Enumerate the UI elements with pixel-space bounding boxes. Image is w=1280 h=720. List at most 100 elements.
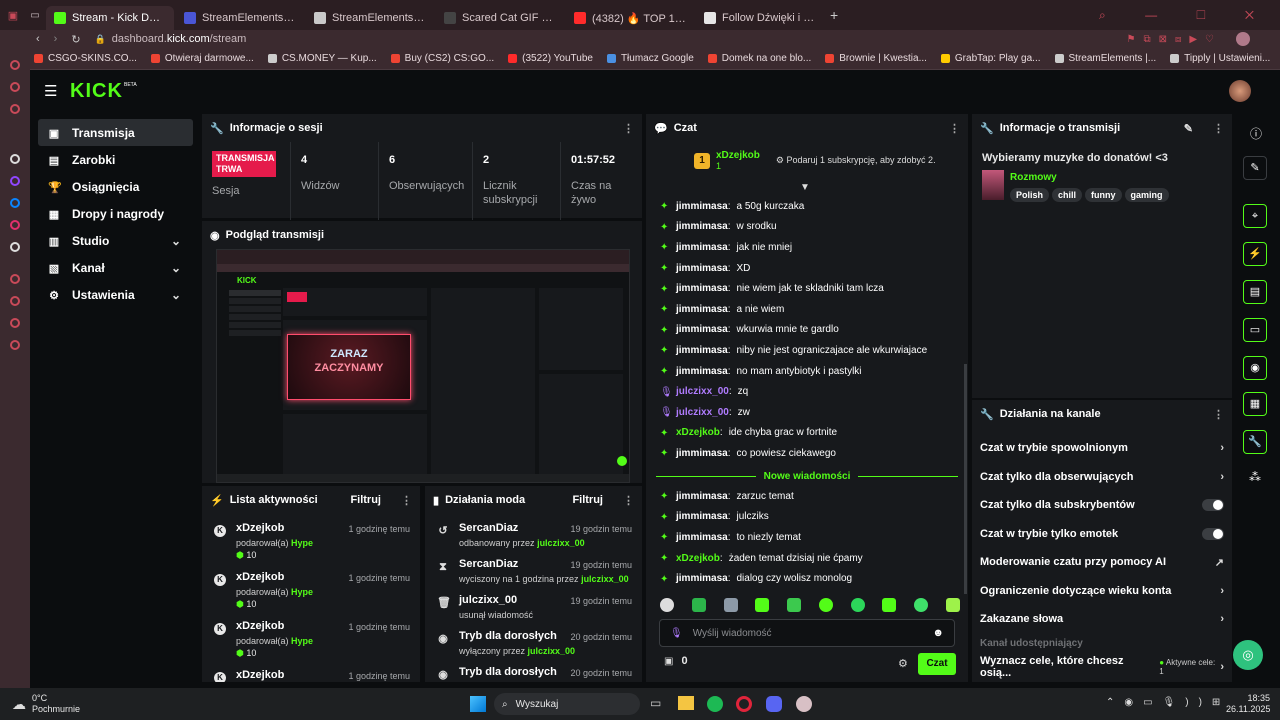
channel-setting-row[interactable]: Moderowanie czatu przy pomocy AI ↗ <box>972 548 1232 577</box>
tray-icons[interactable]: ⌃◉▭🎙))⊞ <box>1106 697 1230 708</box>
chat-message[interactable]: ✦ jimmimasa: wkurwia mnie te gardlo <box>646 320 968 341</box>
chat-scrollbar[interactable] <box>964 364 967 594</box>
browser-tab[interactable]: StreamElements - Overla <box>176 6 304 30</box>
emote-icon[interactable] <box>723 598 738 612</box>
chat-message[interactable]: ✦ jimmimasa: nie wiem jak te skladniki tam… <box>646 278 968 299</box>
spotify-icon[interactable] <box>707 696 723 712</box>
emote-icon[interactable] <box>787 598 802 612</box>
bookmark-item[interactable]: Tłumacz Google <box>606 53 694 64</box>
bookmark-item[interactable]: Buy (CS2) CS:GO... <box>390 53 494 64</box>
instagram-icon[interactable] <box>10 220 20 230</box>
chat-message[interactable]: ✦ jimmimasa: a 50g kurczaka <box>646 196 968 217</box>
stream-tag[interactable]: gaming <box>1124 188 1169 202</box>
mod-filter-button[interactable]: Filtruj <box>572 494 603 506</box>
chat-message[interactable]: 🎙 julczixx_00: zq <box>646 381 968 402</box>
extensions-icons[interactable]: ⚑⧉⊠⧈▶♡ <box>1127 34 1223 45</box>
chat-message[interactable]: ✦ jimmimasa: niby nie jest ograniczajace a… <box>646 340 968 361</box>
activity-item[interactable]: KxDzejkob 1 godzinę temu <box>202 661 420 682</box>
chat-message[interactable]: ✦ jimmimasa: co powiesz ciekawego <box>646 443 968 464</box>
channel-setting-row[interactable]: Czat tylko dla subskrybentów <box>972 491 1232 520</box>
top-gifter-name[interactable]: xDzejkob <box>716 150 760 161</box>
kick-logo[interactable]: KICK <box>70 80 123 103</box>
layout-tool-icon[interactable]: ▦ <box>1243 392 1267 416</box>
activity-item[interactable]: KxDzejkob 1 godzinę temu podarował(a) Hype… <box>202 612 420 661</box>
task-view-icon[interactable]: ▭ <box>650 696 661 710</box>
url-field[interactable]: dashboard.kick.com/stream <box>112 33 247 45</box>
chat-message[interactable]: 🎙 julczixx_00: zw <box>646 402 968 423</box>
mod-action-item[interactable]: ◉ Tryb dla dorosłych 20 godzin temu <box>425 658 642 682</box>
chat-message[interactable]: ✦ jimmimasa: jak nie mniej <box>646 237 968 258</box>
bookmark-item[interactable]: CS.MONEY — Kup... <box>267 53 377 64</box>
bookmark-item[interactable]: (3522) YouTube <box>508 53 593 64</box>
emote-icon[interactable] <box>882 598 897 612</box>
messenger-icon[interactable] <box>10 198 20 208</box>
edit-icon[interactable]: ✎ <box>1184 122 1193 135</box>
emote-icon[interactable] <box>914 598 929 612</box>
bolt-tool-icon[interactable]: ⚡ <box>1243 242 1267 266</box>
broadcast-tool-icon[interactable]: ◉ <box>1243 356 1267 380</box>
mod-action-item[interactable]: ↺ SercanDiaz 19 godzin temu odbanowany prze… <box>425 514 642 550</box>
menu-icon[interactable]: ☰ <box>44 82 57 100</box>
goals-row[interactable]: Wyznacz cele, które chcesz osią... ● Akt… <box>972 653 1232 682</box>
nav-item-kana-[interactable]: ▧ Kanał ⌄ <box>38 254 193 281</box>
mod-action-item[interactable]: ⧗ SercanDiaz 19 godzin temu wyciszony na 1 … <box>425 550 642 586</box>
new-messages-divider[interactable]: Nowe wiadomości <box>656 469 958 483</box>
weather-widget[interactable]: 0°C Pochmurnie <box>32 693 80 715</box>
stream-tag[interactable]: chill <box>1052 188 1083 202</box>
notes-tool-icon[interactable]: ▤ <box>1243 280 1267 304</box>
nav-item-dropy-i-nagrody[interactable]: ▦ Dropy i nagrody <box>38 200 193 227</box>
toggle-switch[interactable] <box>1202 527 1224 540</box>
opera-icon[interactable] <box>736 696 752 712</box>
mod-action-item[interactable]: 🗑 julczixx_00 19 godzin temu usunął wiadomo… <box>425 586 642 622</box>
nav-item-ustawienia[interactable]: ⚙ Ustawienia ⌄ <box>38 281 193 308</box>
chat-tool-icon[interactable]: ▭ <box>1243 318 1267 342</box>
activity-item[interactable]: KxDzejkob 1 godzinę temu podarował(a) Hype… <box>202 514 420 563</box>
clock[interactable]: 18:35 26.11.2025 <box>1226 693 1270 715</box>
channel-setting-row[interactable]: Czat tylko dla obserwujących › <box>972 463 1232 492</box>
send-chat-button[interactable]: Czat <box>918 653 956 675</box>
chat-message[interactable]: ✦ jimmimasa: to niezly temat <box>646 527 968 548</box>
emote-icon[interactable] <box>850 598 865 612</box>
emote-icon[interactable] <box>660 598 674 612</box>
sidebar-app-icon[interactable] <box>10 82 20 92</box>
browser-tab[interactable]: Follow Dźwięki i Efekty D <box>696 6 824 30</box>
chat-message[interactable]: ✦ jimmimasa: no mam antybiotyk i pastylki <box>646 361 968 382</box>
share-icon[interactable]: ⁂ <box>1249 470 1261 484</box>
discord-icon[interactable] <box>766 696 782 712</box>
back-icon[interactable]: ‹ <box>36 33 40 45</box>
sub-prompt[interactable]: ⚙ Podaruj 1 subskrypcję, aby zdobyć 2. <box>776 155 936 166</box>
browser-tab[interactable]: (4382) 🔥 TOP 15 PIOSE <box>566 6 694 30</box>
info-icon[interactable]: ⓘ <box>1250 125 1262 142</box>
sidebar-app-icon[interactable] <box>10 154 20 164</box>
obs-icon[interactable] <box>796 696 812 712</box>
tab-actions-icon[interactable]: ▭ <box>24 10 46 21</box>
browser-tab[interactable]: StreamElements - julczix <box>306 6 434 30</box>
channel-setting-row[interactable]: Ograniczenie dotyczące wieku konta › <box>972 577 1232 606</box>
emote-icon[interactable] <box>691 598 706 612</box>
sidebar-app-icon[interactable] <box>10 274 20 284</box>
tiktok-icon[interactable] <box>10 242 20 252</box>
edit-tool-icon[interactable]: ✎ <box>1243 156 1267 180</box>
reload-icon[interactable]: ↻ <box>71 33 80 46</box>
stream-preview[interactable]: KICK ZARAZ ZACZYNAMY <box>216 249 630 483</box>
chat-message[interactable]: ✦ jimmimasa: julcziks <box>646 507 968 528</box>
mod-action-item[interactable]: ◉ Tryb dla dorosłych 20 godzin temu wyłączo… <box>425 622 642 658</box>
activity-filter-button[interactable]: Filtruj <box>350 494 381 506</box>
chat-settings-icon[interactable]: ⚙ <box>898 657 908 670</box>
profile-avatar[interactable] <box>1236 32 1250 46</box>
new-tab-button[interactable]: + <box>830 7 838 23</box>
emoji-icon[interactable]: ☻ <box>932 627 944 639</box>
nav-item-transmisja[interactable]: ▣ Transmisja <box>38 119 193 146</box>
channel-setting-row[interactable]: Czat w trybie spowolnionym › <box>972 434 1232 463</box>
emote-icon[interactable] <box>818 598 833 612</box>
wrench-tool-icon[interactable]: 🔧 <box>1243 430 1267 454</box>
chat-message[interactable]: ✦ jimmimasa: w srodku <box>646 217 968 238</box>
bookmark-item[interactable]: Domek na one blo... <box>707 53 811 64</box>
chat-message[interactable]: ✦ jimmimasa: XD <box>646 258 968 279</box>
channel-setting-row[interactable]: Czat w trybie tylko emotek <box>972 520 1232 549</box>
chat-message[interactable]: ✦ jimmimasa: zarzuc temat <box>646 486 968 507</box>
nav-item-studio[interactable]: ▥ Studio ⌄ <box>38 227 193 254</box>
browser-tab[interactable]: Scared Cat GIF by KETNI <box>436 6 564 30</box>
channel-points[interactable]: ▣ 0 <box>664 655 688 667</box>
more-icon[interactable]: ⋮ <box>1213 122 1224 135</box>
